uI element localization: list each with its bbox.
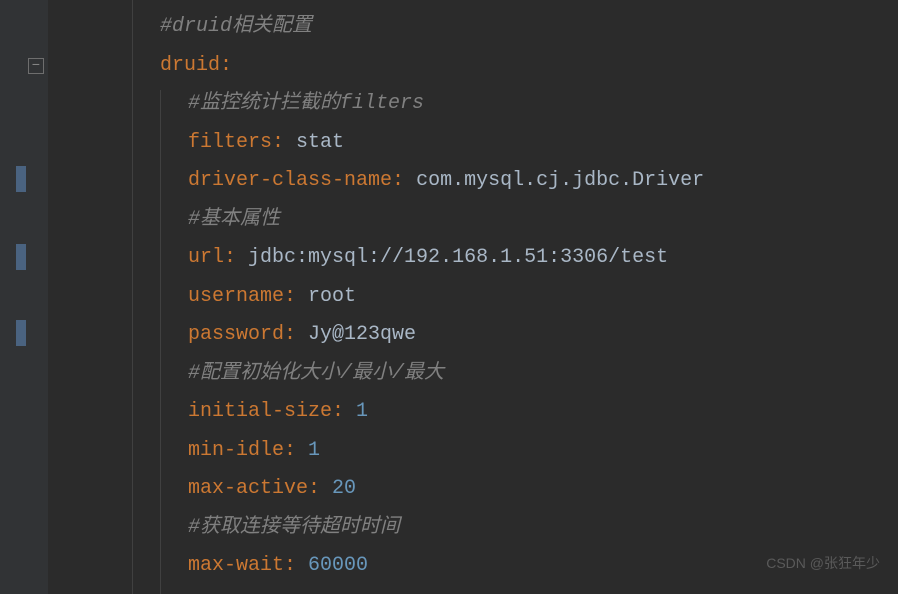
yaml-key: url: [188, 246, 224, 269]
comment: #监控统计拦截的filters: [188, 92, 424, 115]
yaml-key: username: [188, 285, 284, 308]
comment: #druid相关配置: [160, 15, 312, 38]
code-line[interactable]: #监控统计拦截的filters: [48, 85, 898, 124]
yaml-key: driver-class-name: [188, 169, 392, 192]
code-line[interactable]: url: jdbc:mysql://192.168.1.51:3306/test: [48, 239, 898, 278]
yaml-value: 1: [356, 400, 368, 423]
comment: #基本属性: [188, 208, 280, 231]
colon: :: [284, 285, 308, 308]
code-editor[interactable]: #druid相关配置 druid: #监控统计拦截的filters filters: …: [48, 8, 898, 586]
change-marker: [16, 244, 26, 270]
code-line[interactable]: druid:: [48, 47, 898, 86]
colon: :: [284, 323, 308, 346]
comment: #配置初始化大小/最小/最大: [188, 362, 444, 385]
yaml-key: initial-size: [188, 400, 332, 423]
code-line[interactable]: username: root: [48, 278, 898, 317]
code-line[interactable]: initial-size: 1: [48, 393, 898, 432]
yaml-key: max-active: [188, 477, 308, 500]
code-line[interactable]: password: Jy@123qwe: [48, 316, 898, 355]
yaml-key: druid: [160, 54, 220, 77]
watermark: CSDN @张狂年少: [766, 544, 880, 583]
change-marker: [16, 320, 26, 346]
colon: :: [332, 400, 356, 423]
code-line[interactable]: #druid相关配置: [48, 8, 898, 47]
code-line[interactable]: min-idle: 1: [48, 432, 898, 471]
colon: :: [284, 439, 308, 462]
colon: :: [272, 131, 296, 154]
colon: :: [284, 554, 308, 577]
code-line[interactable]: #配置初始化大小/最小/最大: [48, 355, 898, 394]
gutter: [0, 0, 48, 594]
yaml-value: 1: [308, 439, 320, 462]
code-line[interactable]: filters: stat: [48, 124, 898, 163]
colon: :: [220, 54, 232, 77]
colon: :: [392, 169, 416, 192]
yaml-value: jdbc:mysql://192.168.1.51:3306/test: [248, 246, 668, 269]
code-line[interactable]: #基本属性: [48, 201, 898, 240]
colon: :: [224, 246, 248, 269]
colon: :: [308, 477, 332, 500]
yaml-key: max-wait: [188, 554, 284, 577]
yaml-value: stat: [296, 131, 344, 154]
yaml-key: filters: [188, 131, 272, 154]
fold-icon[interactable]: [28, 58, 44, 74]
code-line[interactable]: driver-class-name: com.mysql.cj.jdbc.Dri…: [48, 162, 898, 201]
yaml-key: password: [188, 323, 284, 346]
yaml-value: Jy@123qwe: [308, 323, 416, 346]
yaml-value: root: [308, 285, 356, 308]
code-line[interactable]: #获取连接等待超时时间: [48, 509, 898, 548]
comment: #获取连接等待超时时间: [188, 516, 400, 539]
yaml-value: 20: [332, 477, 356, 500]
yaml-key: min-idle: [188, 439, 284, 462]
change-marker: [16, 166, 26, 192]
yaml-value: 60000: [308, 554, 368, 577]
yaml-value: com.mysql.cj.jdbc.Driver: [416, 169, 704, 192]
code-line[interactable]: max-active: 20: [48, 470, 898, 509]
